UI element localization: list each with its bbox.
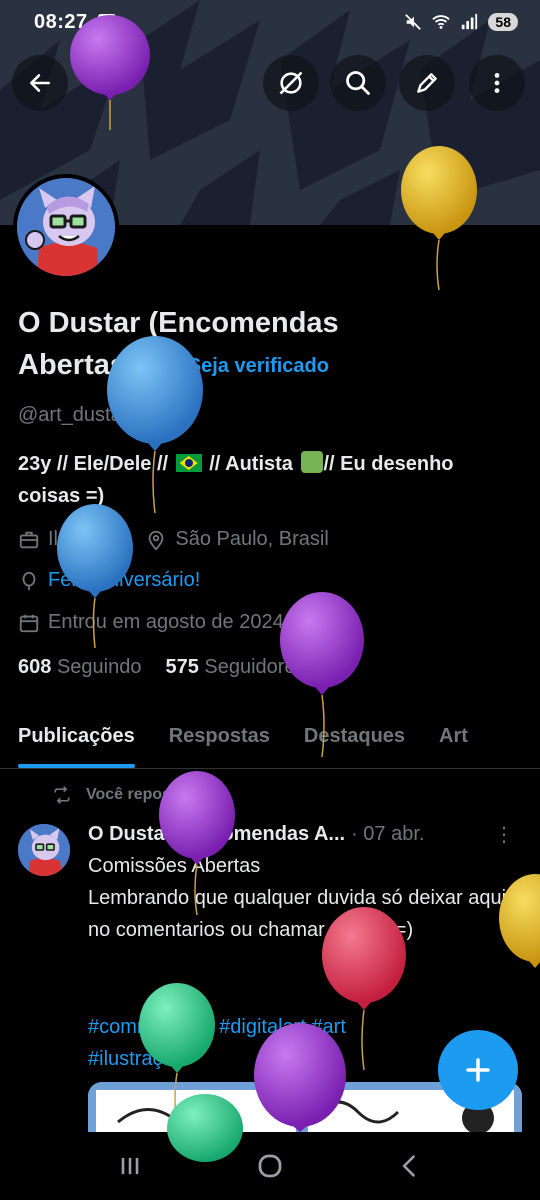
back-icon[interactable] — [396, 1152, 424, 1180]
grok-button[interactable] — [263, 55, 319, 111]
home-icon[interactable] — [255, 1151, 285, 1181]
post-date[interactable]: · 07 abr. — [351, 823, 424, 846]
post-author[interactable]: O Dustar (Encomendas A... — [88, 823, 345, 846]
avatar-image — [17, 178, 115, 276]
chevron-right-icon[interactable]: › — [298, 611, 305, 634]
verified-badge-icon — [150, 354, 175, 379]
profile-handle: @art_dustar — [18, 404, 129, 426]
grok-icon — [279, 71, 303, 95]
post-header: O Dustar (Encomendas A... · 07 abr. ⋮ — [88, 822, 528, 847]
repost-indicator: Você repostou — [52, 785, 196, 805]
tab-art[interactable]: Art — [439, 705, 468, 768]
birthday-label[interactable]: Feliz Aniversário! — [48, 569, 200, 592]
following-link[interactable]: 608 Seguindo — [18, 656, 141, 679]
android-nav-bar — [0, 1132, 540, 1200]
profile-bio: 23y // Ele/Dele // // Autista // Eu dese… — [18, 448, 518, 512]
edit-profile-button[interactable] — [399, 55, 455, 111]
followers-link[interactable]: 575 Seguidores — [165, 656, 305, 679]
search-icon — [346, 71, 370, 95]
profession-label: Ilustrador — [48, 528, 132, 550]
balloon-icon — [22, 571, 36, 590]
post-author-avatar[interactable] — [18, 824, 70, 876]
compose-button[interactable] — [438, 1030, 518, 1110]
mute-icon — [405, 14, 422, 30]
bio-text-1: 23y // Ele/Dele // — [18, 453, 174, 475]
signal-icon — [462, 13, 478, 30]
location-label: São Paulo, Brasil — [175, 528, 329, 550]
edit-icon — [417, 73, 437, 93]
birthday-row: Feliz Aniversário! — [18, 569, 200, 592]
avatar-illustration — [17, 178, 115, 276]
search-button[interactable] — [330, 55, 386, 111]
screenshot-icon — [97, 14, 116, 30]
recent-apps-icon[interactable] — [116, 1152, 144, 1180]
plus-icon — [466, 1058, 490, 1082]
followers-count: 575 — [165, 656, 199, 678]
repost-icon — [54, 786, 70, 804]
back-button[interactable] — [12, 55, 68, 111]
profile-meta-row: Ilustrador São Paulo, Brasil — [18, 528, 329, 551]
wifi-icon — [432, 15, 451, 29]
battery-icon: 58 — [488, 13, 518, 31]
get-verified-link[interactable]: Seja verificado — [188, 355, 329, 377]
puzzle-piece-icon — [301, 451, 324, 473]
briefcase-icon — [19, 531, 39, 548]
repost-label: Você repostou — [86, 786, 196, 803]
location-pin-icon — [149, 530, 164, 550]
profile-tabs: Publicações Respostas Destaques Art — [0, 705, 540, 769]
post-hashtags[interactable]: #commisonart #digitalart #art #ilustraçã… — [88, 1011, 448, 1075]
status-time: 08:27 — [34, 10, 88, 33]
more-options-button[interactable] — [469, 55, 525, 111]
calendar-icon — [19, 614, 39, 632]
following-count: 608 — [18, 656, 52, 678]
tab-destaques[interactable]: Destaques — [304, 705, 405, 768]
profile-name-block: O Dustar (Encomendas Abertas) Seja verif… — [18, 302, 418, 387]
post-more-icon[interactable]: ⋮ — [494, 822, 528, 847]
follow-stats: 608 Seguindo 575 Seguidores — [18, 656, 306, 679]
joined-label: Entrou em agosto de 2024 — [48, 611, 284, 633]
status-bar: 08:27 58 — [0, 0, 540, 44]
followers-label: Seguidores — [204, 656, 306, 678]
brazil-flag-icon — [175, 454, 202, 472]
tab-respostas[interactable]: Respostas — [169, 705, 270, 768]
post-text: Comissões Abertas Lembrando que qualquer… — [88, 855, 507, 941]
joined-row: Entrou em agosto de 2024 › — [18, 611, 304, 634]
post-avatar-image — [18, 824, 70, 876]
profile-avatar[interactable] — [13, 174, 119, 280]
tab-publicacoes[interactable]: Publicações — [18, 705, 135, 768]
more-vertical-icon — [494, 73, 500, 93]
back-arrow-icon — [30, 74, 50, 92]
bio-text-2: // Autista — [203, 453, 299, 475]
following-label: Seguindo — [56, 656, 142, 678]
